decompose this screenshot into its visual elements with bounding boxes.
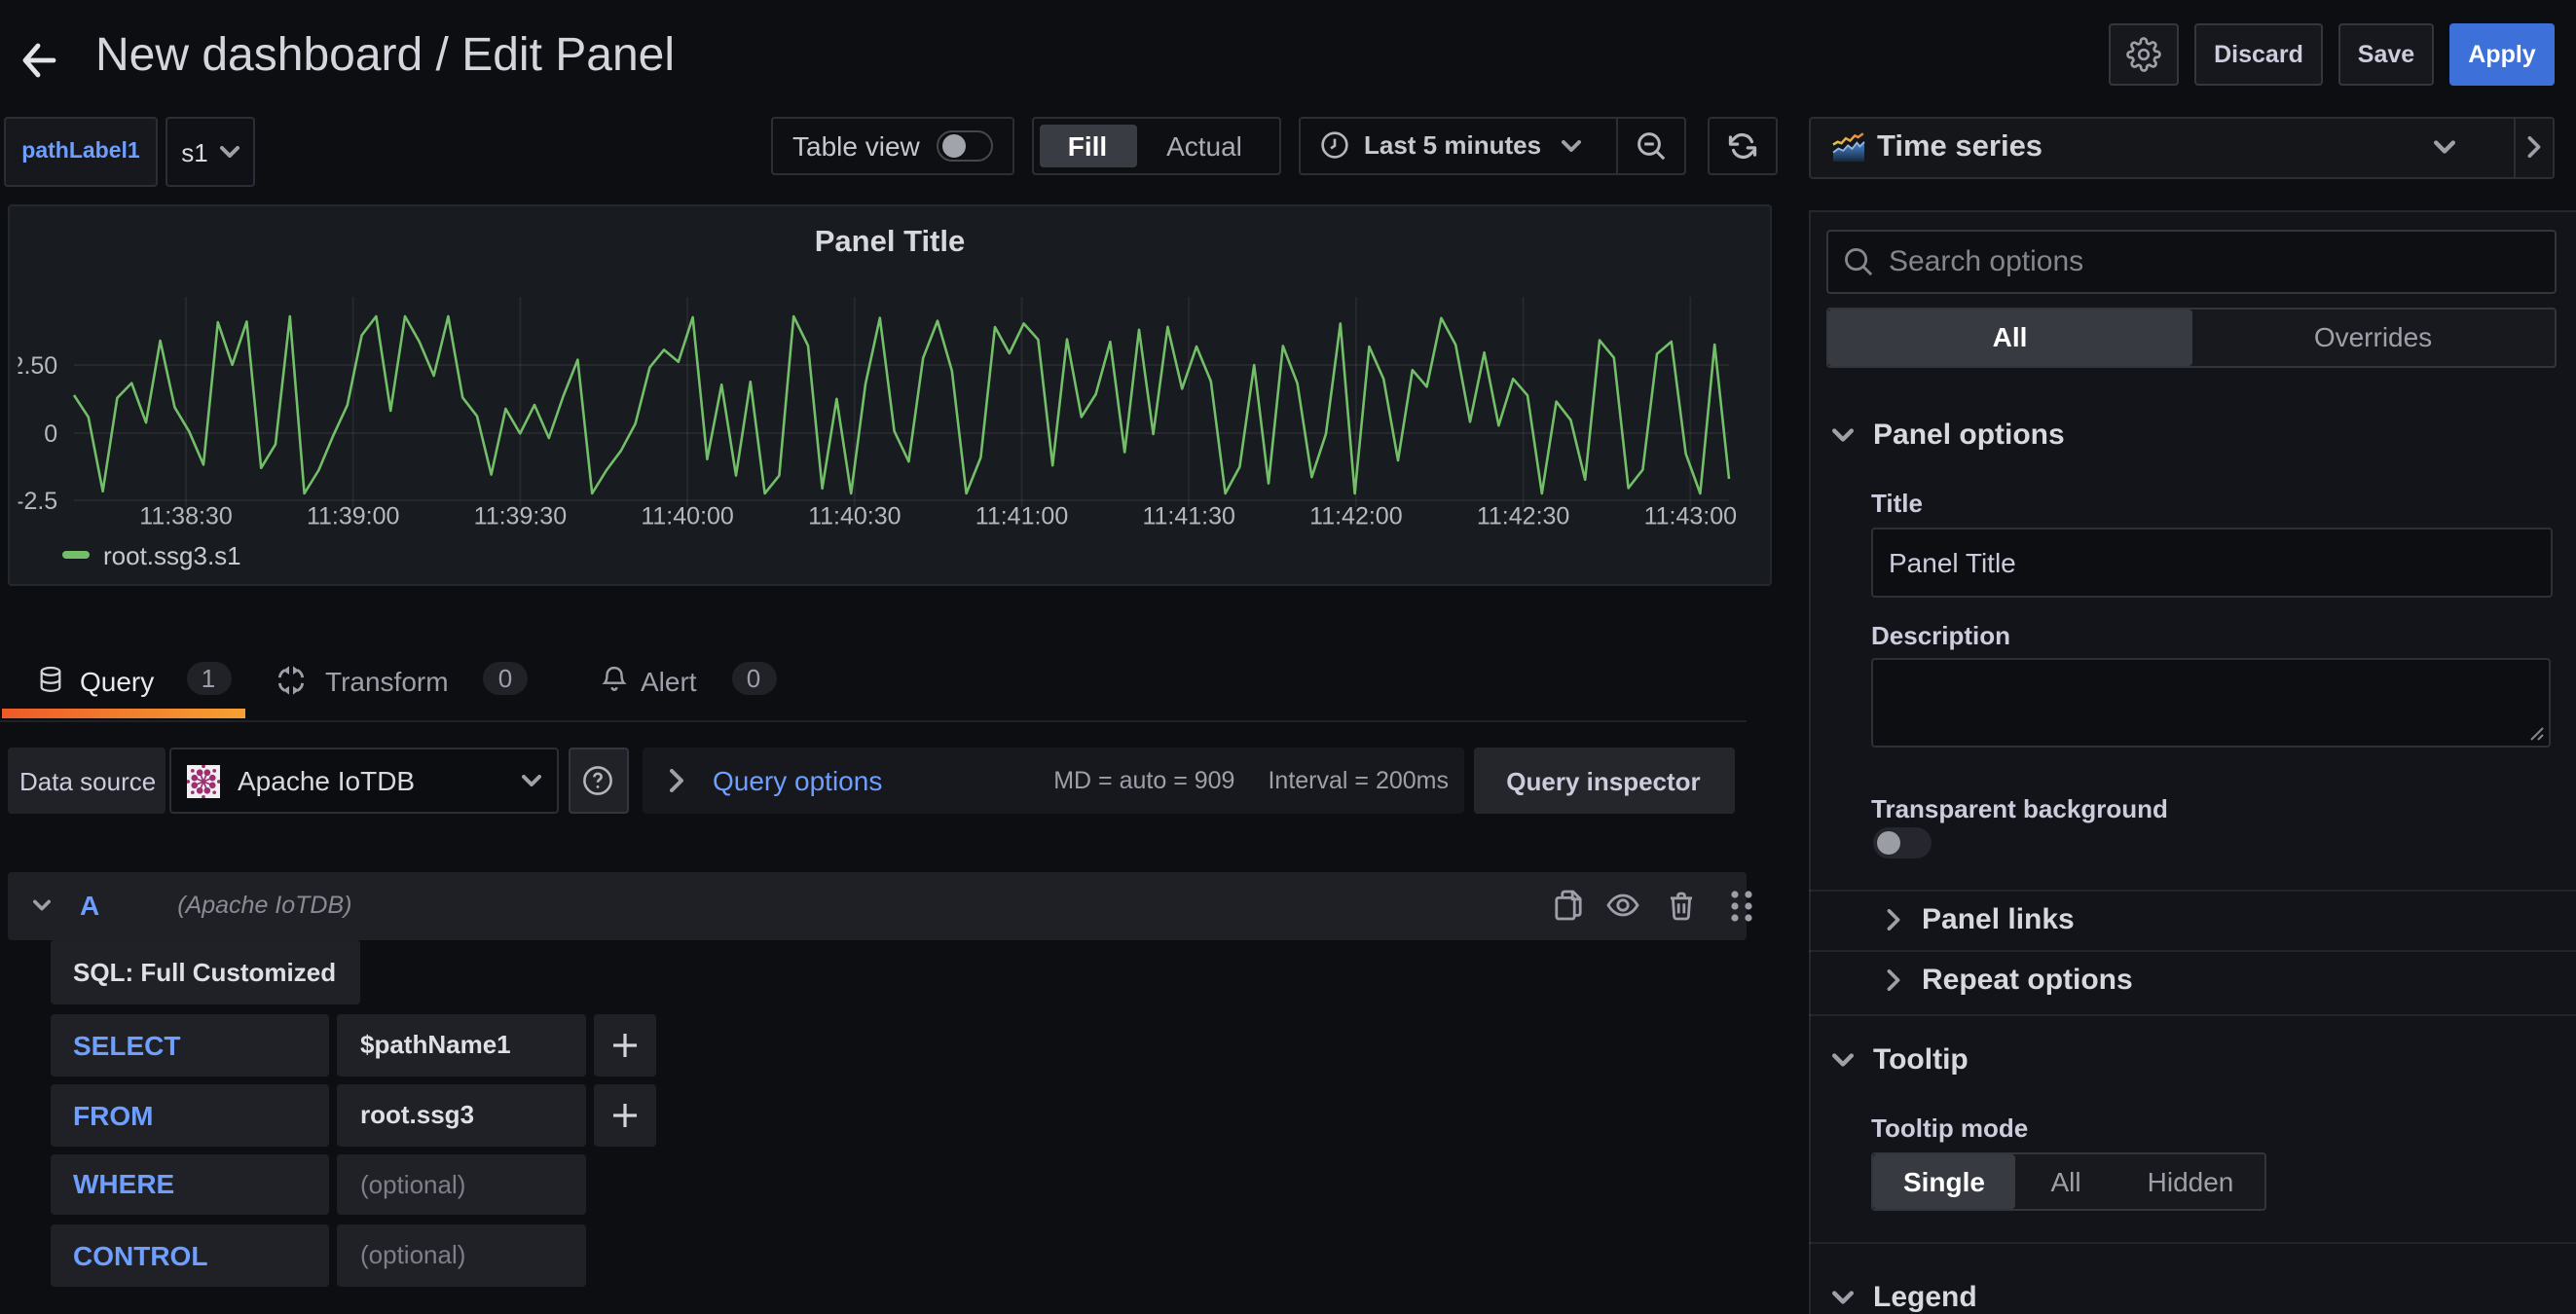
svg-text:0: 0 [44, 420, 57, 448]
svg-text:11:39:00: 11:39:00 [307, 502, 399, 529]
svg-text:11:41:00: 11:41:00 [975, 502, 1068, 529]
svg-text:11:40:00: 11:40:00 [641, 502, 733, 529]
svg-text:11:42:00: 11:42:00 [1309, 502, 1402, 529]
svg-text:11:43:00: 11:43:00 [1644, 502, 1737, 529]
svg-text:11:39:30: 11:39:30 [474, 502, 567, 529]
svg-text:-2.5: -2.5 [16, 488, 57, 515]
svg-text:11:38:30: 11:38:30 [139, 502, 232, 529]
svg-text:2.50: 2.50 [11, 352, 58, 380]
svg-text:11:41:30: 11:41:30 [1142, 502, 1234, 529]
svg-text:11:40:30: 11:40:30 [808, 502, 901, 529]
svg-text:11:42:30: 11:42:30 [1477, 502, 1569, 529]
